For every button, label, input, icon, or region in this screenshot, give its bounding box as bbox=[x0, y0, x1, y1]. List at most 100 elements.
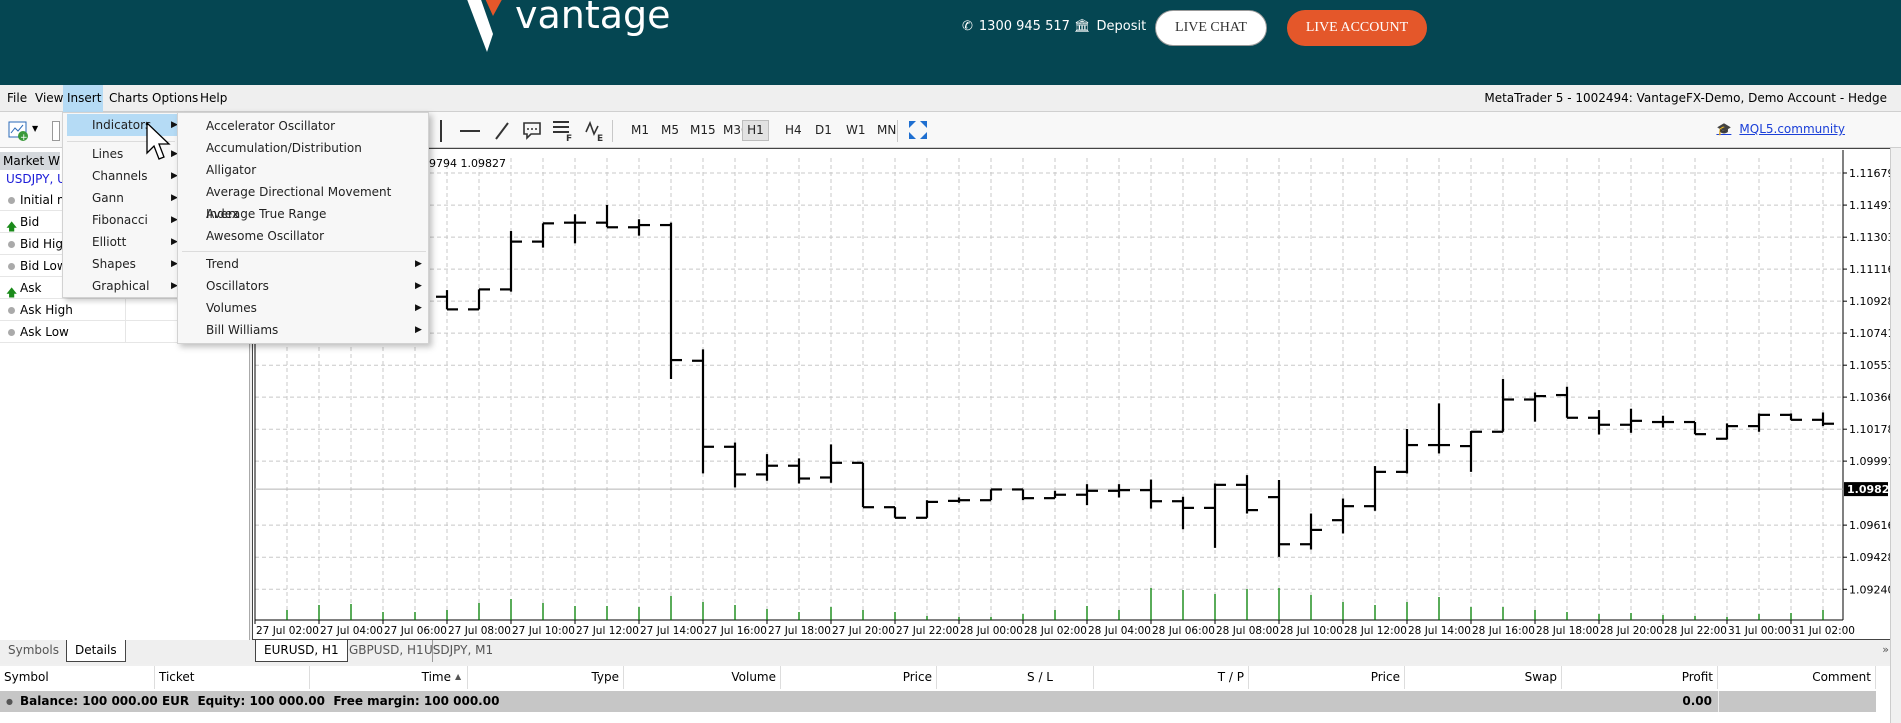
menu-file[interactable]: File bbox=[3, 85, 31, 112]
text-label-icon[interactable] bbox=[522, 121, 542, 141]
column-header-close-price[interactable]: Price bbox=[1249, 666, 1405, 689]
menu-item-gann[interactable]: Gann ▶ bbox=[67, 187, 178, 209]
menu-item-accumulation-distribution[interactable]: Accumulation/Distribution bbox=[178, 137, 428, 159]
time-label: 31 Jul 00:00 bbox=[1728, 625, 1791, 637]
chart-tab-eurusd[interactable]: EURUSD, H1 bbox=[255, 640, 348, 662]
menu-item-elliott[interactable]: Elliott ▶ bbox=[67, 231, 178, 253]
time-label: 28 Jul 20:00 bbox=[1600, 625, 1663, 637]
menu-options[interactable]: Options bbox=[148, 85, 202, 112]
deposit-label: Deposit bbox=[1096, 19, 1147, 34]
timeframe-h1[interactable]: H1 bbox=[742, 120, 769, 141]
dot-icon bbox=[8, 241, 15, 248]
menu-view[interactable]: View bbox=[31, 85, 67, 112]
more-tabs-icon[interactable]: » bbox=[1882, 643, 1889, 656]
chevron-down-icon[interactable]: ▼ bbox=[32, 124, 38, 133]
column-divider bbox=[125, 299, 126, 321]
phone-link[interactable]: ✆ 1300 945 517 bbox=[962, 19, 1070, 34]
menu-item-bill-williams[interactable]: Bill Williams ▶ bbox=[178, 319, 428, 341]
price-label: 1.09991 bbox=[1849, 455, 1893, 468]
menu-insert[interactable]: Insert bbox=[63, 85, 103, 112]
column-header-swap[interactable]: Swap bbox=[1405, 666, 1562, 689]
ohlc-bar bbox=[1812, 412, 1834, 427]
menu-item-label: Bill Williams bbox=[206, 323, 279, 337]
submenu-arrow-icon: ▶ bbox=[415, 325, 422, 335]
time-label: 27 Jul 18:00 bbox=[768, 625, 831, 637]
column-header-comment[interactable]: Comment bbox=[1718, 666, 1876, 689]
column-header-volume[interactable]: Volume bbox=[624, 666, 781, 689]
live-chat-button[interactable]: LIVE CHAT bbox=[1155, 10, 1267, 46]
column-header-type[interactable]: Type bbox=[468, 666, 624, 689]
timeframe-m15[interactable]: M15 bbox=[687, 120, 719, 141]
horizontal-line-icon[interactable] bbox=[460, 130, 480, 132]
indicators-submenu: Accelerator Oscillator Accumulation/Dist… bbox=[177, 112, 429, 344]
menu-charts[interactable]: Charts bbox=[105, 85, 152, 112]
current-price-label: 1.09827 bbox=[1847, 483, 1893, 496]
timeframe-h4[interactable]: H4 bbox=[782, 120, 805, 141]
column-header-sl[interactable]: S / L bbox=[937, 666, 1094, 689]
fibonacci-grid-icon[interactable]: F bbox=[552, 120, 574, 142]
timeframe-m1[interactable]: M1 bbox=[628, 120, 652, 141]
menu-item-oscillators[interactable]: Oscillators ▶ bbox=[178, 275, 428, 297]
balance-row[interactable]: ● Balance: 100 000.00 EUR Equity: 100 00… bbox=[0, 691, 1876, 712]
ohlc-bar bbox=[436, 290, 458, 311]
mql5-community-link[interactable]: 🎓 MQL5.community bbox=[1716, 122, 1845, 136]
ohlc-bar bbox=[884, 506, 906, 519]
row-label: Ask High bbox=[20, 303, 73, 317]
menu-item-adx[interactable]: Average Directional Movement Index bbox=[178, 181, 428, 221]
menu-item-channels[interactable]: Channels ▶ bbox=[67, 165, 178, 187]
tab-details[interactable]: Details bbox=[66, 640, 126, 662]
live-account-button[interactable]: LIVE ACCOUNT bbox=[1287, 10, 1427, 46]
ohlc-bar bbox=[1268, 480, 1290, 557]
ohlc-bar bbox=[1428, 403, 1450, 454]
menu-item-fibonacci[interactable]: Fibonacci ▶ bbox=[67, 209, 178, 231]
menu-item-shapes[interactable]: Shapes ▶ bbox=[67, 253, 178, 275]
menu-item-graphical[interactable]: Graphical ▶ bbox=[67, 275, 178, 297]
column-header-symbol[interactable]: Symbol bbox=[0, 666, 155, 689]
collapse-icon[interactable]: ● bbox=[6, 691, 13, 712]
column-header-time[interactable]: Time bbox=[310, 666, 468, 689]
menu-item-accelerator-oscillator[interactable]: Accelerator Oscillator bbox=[178, 115, 428, 137]
timeframe-mn[interactable]: MN bbox=[874, 120, 899, 141]
menu-item-awesome-oscillator[interactable]: Awesome Oscillator bbox=[178, 225, 428, 247]
timeframe-m5[interactable]: M5 bbox=[658, 120, 682, 141]
price-chart[interactable]: 1.11679 1.11491 1.11303 1.11116 1.10928 1.107… bbox=[253, 149, 1893, 639]
ohlc-bar bbox=[1556, 386, 1578, 419]
timeframe-d1[interactable]: D1 bbox=[812, 120, 835, 141]
time-label: 28 Jul 08:00 bbox=[1216, 625, 1279, 637]
menu-help[interactable]: Help bbox=[196, 85, 231, 112]
elliott-wave-icon[interactable]: E bbox=[584, 120, 606, 142]
ohlc-bar bbox=[628, 219, 650, 236]
fullscreen-icon[interactable] bbox=[909, 121, 927, 139]
price-label: 1.11679 bbox=[1849, 167, 1893, 180]
ohlc-bar bbox=[1300, 513, 1322, 550]
column-header-ticket[interactable]: Ticket bbox=[155, 666, 310, 689]
ohlc-bar bbox=[1524, 392, 1546, 422]
column-header-price[interactable]: Price bbox=[781, 666, 937, 689]
profit-total: 0.00 bbox=[1682, 694, 1712, 708]
toolbar-separator bbox=[897, 120, 898, 142]
menu-item-atr[interactable]: Average True Range bbox=[178, 203, 428, 225]
new-chart-icon[interactable]: + bbox=[8, 120, 30, 142]
chart-tab-usdjpy[interactable]: USDJPY, M1 bbox=[416, 640, 501, 662]
dot-icon bbox=[8, 329, 15, 336]
ohlc-bar bbox=[564, 214, 586, 244]
trendline-icon[interactable] bbox=[493, 121, 511, 141]
menu-item-volumes[interactable]: Volumes ▶ bbox=[178, 297, 428, 319]
deposit-link[interactable]: 🏛 Deposit bbox=[1074, 19, 1146, 34]
tab-symbols[interactable]: Symbols bbox=[0, 640, 67, 662]
column-header-tp[interactable]: T / P bbox=[1094, 666, 1249, 689]
timeframe-w1[interactable]: W1 bbox=[843, 120, 869, 141]
ohlc-bar bbox=[1108, 484, 1130, 498]
price-label: 1.11303 bbox=[1849, 231, 1893, 244]
vertical-line-icon[interactable] bbox=[440, 120, 442, 142]
vertical-scrollbar[interactable] bbox=[1890, 148, 1901, 723]
menu-item-trend[interactable]: Trend ▶ bbox=[178, 253, 428, 275]
vantage-logo[interactable]: vantage bbox=[465, 0, 695, 52]
menu-item-alligator[interactable]: Alligator bbox=[178, 159, 428, 181]
row-label: Ask Low bbox=[20, 325, 69, 339]
column-header-profit[interactable]: Profit bbox=[1562, 666, 1718, 689]
ohlc-bar bbox=[724, 442, 746, 488]
toolbar-button[interactable] bbox=[52, 121, 60, 141]
dot-icon bbox=[8, 197, 15, 204]
ohlc-bar bbox=[1204, 483, 1226, 548]
